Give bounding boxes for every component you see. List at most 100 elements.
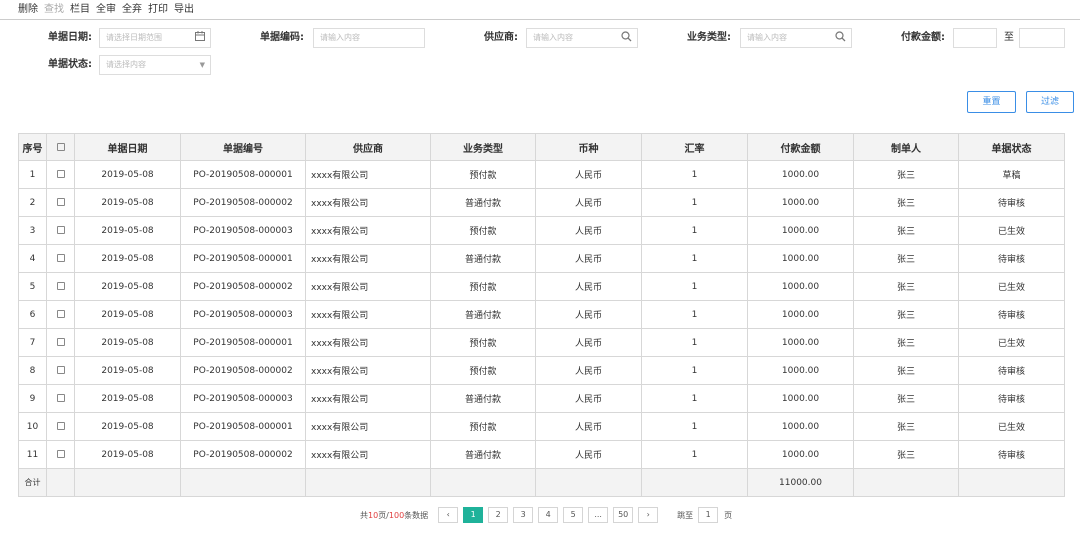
row-checkbox[interactable]: [56, 170, 65, 178]
cell-creator: 张三: [853, 300, 959, 329]
row-checkbox[interactable]: [56, 338, 65, 346]
cell-currency: 人民币: [535, 160, 642, 189]
prev-page-button[interactable]: ‹: [438, 507, 459, 523]
header-index: 序号: [18, 133, 47, 161]
cell-biztype: 预付款: [430, 216, 536, 245]
amount-max-input[interactable]: [1019, 28, 1065, 48]
cell-date: 2019-05-08: [74, 300, 181, 329]
row-checkbox[interactable]: [56, 366, 65, 374]
code-input[interactable]: 请输入内容: [313, 28, 425, 48]
table-row[interactable]: 5 2019-05-08 PO-20190508-000002 xxxx有限公司 预付款…: [18, 272, 1065, 301]
cell-select[interactable]: [46, 160, 75, 189]
table-row[interactable]: 1 2019-05-08 PO-20190508-000001 xxxx有限公司 预付款…: [18, 160, 1065, 189]
table-row[interactable]: 7 2019-05-08 PO-20190508-000001 xxxx有限公司 预付款…: [18, 328, 1065, 357]
page-button[interactable]: 2: [488, 507, 509, 523]
cell-amount: 1000.00: [747, 188, 854, 217]
row-checkbox[interactable]: [56, 198, 65, 206]
cell-biztype: 普通付款: [430, 440, 536, 469]
cell-select[interactable]: [46, 272, 75, 301]
cell-index: 8: [18, 356, 47, 385]
cell-select[interactable]: [46, 300, 75, 329]
cell-creator: 张三: [853, 440, 959, 469]
cell-currency: 人民币: [535, 356, 642, 385]
page-button[interactable]: 5: [563, 507, 584, 523]
row-checkbox[interactable]: [56, 422, 65, 430]
export-button[interactable]: 导出: [174, 3, 194, 17]
goto-page-input[interactable]: 1: [698, 507, 719, 523]
cell-rate: 1: [641, 244, 748, 273]
cell-amount: 1000.00: [747, 356, 854, 385]
cell-select[interactable]: [46, 328, 75, 357]
header-currency: 币种: [535, 133, 642, 161]
cell-select[interactable]: [46, 244, 75, 273]
cell-index: 11: [18, 440, 47, 469]
cell-supplier: xxxx有限公司: [305, 356, 431, 385]
table-row[interactable]: 2 2019-05-08 PO-20190508-000002 xxxx有限公司 普通付…: [18, 188, 1065, 217]
table-row[interactable]: 11 2019-05-08 PO-20190508-000002 xxxx有限公司 普通…: [18, 440, 1065, 469]
cell-rate: 1: [641, 216, 748, 245]
abandon-all-button[interactable]: 全弃: [122, 3, 142, 17]
supplier-input[interactable]: 请输入内容: [526, 28, 638, 48]
date-range-input[interactable]: 请选择日期范围: [99, 28, 211, 48]
table-row[interactable]: 10 2019-05-08 PO-20190508-000001 xxxx有限公司 预付…: [18, 412, 1065, 441]
search-icon[interactable]: [835, 31, 846, 46]
approve-all-button[interactable]: 全审: [96, 3, 116, 17]
cell-select[interactable]: [46, 188, 75, 217]
row-checkbox[interactable]: [56, 394, 65, 402]
table-row[interactable]: 9 2019-05-08 PO-20190508-000003 xxxx有限公司 普通付…: [18, 384, 1065, 413]
table-row[interactable]: 8 2019-05-08 PO-20190508-000002 xxxx有限公司 预付款…: [18, 356, 1065, 385]
print-button[interactable]: 打印: [148, 3, 168, 17]
header-select-all[interactable]: [46, 133, 75, 161]
table-row[interactable]: 4 2019-05-08 PO-20190508-000001 xxxx有限公司 普通付…: [18, 244, 1065, 273]
cell-select[interactable]: [46, 216, 75, 245]
cell-select[interactable]: [46, 384, 75, 413]
cell-code: PO-20190508-000003: [180, 384, 306, 413]
table-row[interactable]: 3 2019-05-08 PO-20190508-000003 xxxx有限公司 预付款…: [18, 216, 1065, 245]
columns-button[interactable]: 栏目: [70, 3, 90, 17]
cell-date: 2019-05-08: [74, 384, 181, 413]
row-checkbox[interactable]: [56, 226, 65, 234]
cell-code: PO-20190508-000002: [180, 272, 306, 301]
cell-status: 草稿: [958, 160, 1065, 189]
row-checkbox[interactable]: [56, 310, 65, 318]
page-button[interactable]: 50: [613, 507, 634, 523]
select-all-checkbox[interactable]: [56, 142, 65, 151]
page-button[interactable]: 3: [513, 507, 534, 523]
biztype-input[interactable]: 请输入内容: [740, 28, 852, 48]
cell-creator: 张三: [853, 272, 959, 301]
goto-suffix: 页: [724, 510, 733, 520]
cell-select[interactable]: [46, 412, 75, 441]
cell-select[interactable]: [46, 356, 75, 385]
cell-code: PO-20190508-000002: [180, 440, 306, 469]
code-filter-label: 单据编码:: [260, 32, 304, 43]
search-icon[interactable]: [621, 31, 632, 46]
page-button[interactable]: 4: [538, 507, 559, 523]
row-checkbox[interactable]: [56, 254, 65, 262]
view-button[interactable]: 查找: [44, 3, 64, 17]
toolbar-divider: [0, 19, 1080, 20]
cell-rate: 1: [641, 188, 748, 217]
cell-select[interactable]: [46, 440, 75, 469]
cell-rate: 1: [641, 300, 748, 329]
cell-currency: 人民币: [535, 216, 642, 245]
status-select[interactable]: 请选择内容 ▼: [99, 55, 211, 75]
delete-button[interactable]: 删除: [18, 3, 38, 17]
row-checkbox[interactable]: [56, 450, 65, 458]
filter-button[interactable]: 过滤: [1026, 91, 1074, 113]
cell-index: 3: [18, 216, 47, 245]
page-button[interactable]: 1: [463, 507, 484, 523]
row-checkbox[interactable]: [56, 282, 65, 290]
total-empty-cell: [958, 468, 1065, 497]
cell-index: 10: [18, 412, 47, 441]
cell-status: 待审核: [958, 244, 1065, 273]
status-filter-label: 单据状态:: [48, 59, 92, 70]
table-row[interactable]: 6 2019-05-08 PO-20190508-000003 xxxx有限公司 普通付…: [18, 300, 1065, 329]
date-range-placeholder: 请选择日期范围: [106, 33, 162, 42]
next-page-button[interactable]: ›: [638, 507, 659, 523]
reset-button[interactable]: 重置: [967, 91, 1016, 113]
cell-amount: 1000.00: [747, 216, 854, 245]
page-ellipsis[interactable]: ...: [588, 507, 609, 523]
total-empty-cell: [74, 468, 181, 497]
cell-date: 2019-05-08: [74, 328, 181, 357]
amount-min-input[interactable]: [953, 28, 997, 48]
